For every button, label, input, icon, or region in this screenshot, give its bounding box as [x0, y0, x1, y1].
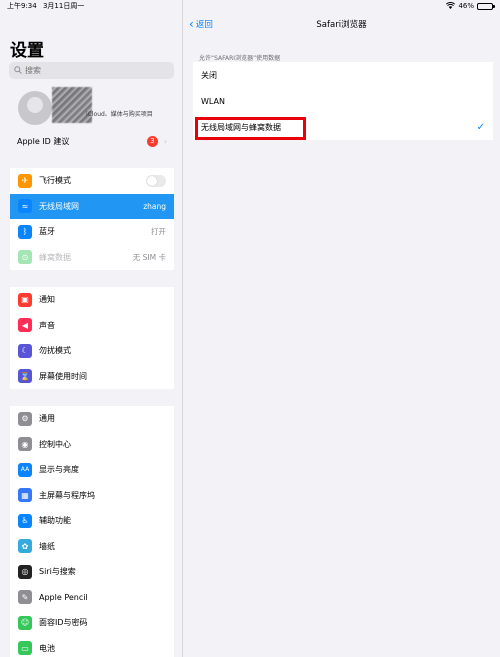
option-label: 无线局域网与蜂窝数据 — [201, 122, 281, 132]
sidebar-item-label: 屏幕使用时间 — [39, 371, 87, 381]
sidebar-item-label: 面容ID与密码 — [39, 618, 88, 628]
chevron-right-icon: › — [163, 136, 167, 146]
notification-badge: 3 — [146, 135, 158, 147]
hourglass-icon: ⌛ — [18, 369, 32, 384]
airplane-icon: ✈ — [18, 173, 32, 188]
status-time: 上午9:34 — [7, 2, 37, 10]
sidebar-item-label: 无线局域网 — [39, 201, 79, 211]
connectivity-group: ✈ 飞行模式 ≈ 无线局域网 zhang ᛒ 蓝牙 打开 ⊙ 蜂窝数据 无 SIM 卡 — [10, 168, 174, 270]
search-bar[interactable] — [9, 62, 174, 79]
sidebar-item-label: 辅助功能 — [39, 516, 71, 526]
sidebar-item-label: 声音 — [39, 320, 55, 330]
sidebar-item-wallpaper[interactable]: ✿ 墙纸 — [10, 534, 174, 560]
settings-sidebar: 设置 iCloud、媒体与购买项目 Apple ID 建议 3 › ✈ 飞行模式 ≈… — [0, 0, 183, 657]
section-header: 允许“SAFARI浏览器”使用数据 — [199, 55, 281, 62]
sidebar-item-label: 勿扰模式 — [39, 346, 71, 356]
sidebar-item-notification[interactable]: ▣ 通知 — [10, 287, 174, 313]
sidebar-item-control-center[interactable]: ◉ 控制中心 — [10, 432, 174, 458]
sidebar-item-value: zhang — [143, 201, 166, 211]
sidebar-item-label: 显示与亮度 — [39, 465, 79, 475]
option-row[interactable]: 关闭 — [193, 62, 493, 88]
sidebar-item-cellular[interactable]: ⊙ 蜂窝数据 无 SIM 卡 — [10, 245, 174, 271]
sidebar-item-wifi[interactable]: ≈ 无线局域网 zhang — [10, 193, 174, 219]
checkmark-icon: ✓ — [476, 121, 485, 133]
sidebar-item-label: 通用 — [39, 414, 55, 424]
profile-section[interactable]: iCloud、媒体与购买项目 Apple ID 建议 3 › — [10, 83, 174, 155]
sidebar-item-value: 打开 — [151, 227, 166, 237]
sidebar-item-label: 墙纸 — [39, 541, 55, 551]
moon-icon: ☾ — [18, 343, 32, 358]
control-center-icon: ◉ — [18, 437, 32, 452]
sidebar-item-display[interactable]: AA 显示与亮度 — [10, 457, 174, 483]
sidebar-item-bluetooth[interactable]: ᛒ 蓝牙 打开 — [10, 219, 174, 245]
sidebar-item-moon[interactable]: ☾ 勿扰模式 — [10, 338, 174, 364]
display-icon: AA — [18, 462, 32, 477]
sidebar-item-pencil[interactable]: ✎ Apple Pencil — [10, 585, 174, 611]
sidebar-item-airplane[interactable]: ✈ 飞行模式 — [10, 168, 174, 194]
sidebar-item-home-screen[interactable]: ▦ 主屏幕与程序坞 — [10, 483, 174, 509]
sidebar-item-label: 主屏幕与程序坞 — [39, 490, 95, 500]
battery-icon: ▭ — [18, 641, 32, 656]
cellular-icon: ⊙ — [18, 250, 32, 265]
sidebar-item-label: Siri与搜索 — [39, 567, 76, 577]
search-icon — [14, 65, 22, 76]
sidebar-item-label: Apple Pencil — [39, 592, 88, 602]
search-input[interactable] — [25, 66, 165, 75]
bluetooth-icon: ᛒ — [18, 224, 32, 239]
data-usage-options: 关闭 WLAN 无线局域网与蜂窝数据 ✓ — [193, 62, 493, 140]
detail-pane: ‹ 返回 Safari浏览器 允许“SAFARI浏览器”使用数据 关闭 WLAN 无… — [183, 0, 500, 657]
sidebar-item-gear[interactable]: ⚙ 通用 — [10, 406, 174, 432]
nav-title: Safari浏览器 — [316, 20, 367, 30]
status-bar: 上午9:34 3月11日周一 46% — [0, 0, 500, 12]
apple-id-suggestions-row[interactable]: Apple ID 建议 3 › — [10, 130, 174, 152]
airplane-mode-toggle[interactable] — [146, 174, 166, 187]
sidebar-item-sound[interactable]: ◀ 声音 — [10, 313, 174, 339]
option-row[interactable]: WLAN — [193, 88, 493, 114]
sidebar-item-label: 蜂窝数据 — [39, 252, 71, 262]
sidebar-item-siri[interactable]: ◎ Siri与搜索 — [10, 559, 174, 585]
wallpaper-icon: ✿ — [18, 539, 32, 554]
sidebar-item-label: 蓝牙 — [39, 227, 55, 237]
notification-icon: ▣ — [18, 292, 32, 307]
sidebar-item-label: 电池 — [39, 643, 55, 653]
battery-icon — [477, 2, 495, 10]
accessibility-icon: ♿ — [18, 513, 32, 528]
sidebar-item-battery[interactable]: ▭ 电池 — [10, 636, 174, 657]
status-right: 46% — [446, 1, 495, 11]
sidebar-item-hourglass[interactable]: ⌛ 屏幕使用时间 — [10, 364, 174, 390]
sidebar-item-accessibility[interactable]: ♿ 辅助功能 — [10, 508, 174, 534]
sidebar-item-label: 飞行模式 — [39, 176, 71, 186]
avatar[interactable] — [18, 91, 52, 125]
option-label: 关闭 — [201, 70, 217, 80]
status-date: 3月11日周一 — [42, 2, 85, 10]
sidebar-item-value: 无 SIM 卡 — [132, 252, 166, 262]
gear-icon: ⚙ — [18, 411, 32, 426]
face-id-icon: ☺ — [18, 615, 32, 630]
page-title: 设置 — [10, 41, 44, 61]
option-row[interactable]: 无线局域网与蜂窝数据 ✓ — [193, 114, 493, 140]
wifi-icon: ≈ — [18, 199, 32, 214]
siri-icon: ◎ — [18, 564, 32, 579]
wifi-icon — [446, 1, 456, 11]
home-screen-icon: ▦ — [18, 488, 32, 503]
sidebar-item-label: 通知 — [39, 295, 55, 305]
battery-percent: 46% — [458, 2, 474, 10]
sound-icon: ◀ — [18, 318, 32, 333]
notifications-group: ▣ 通知 ◀ 声音 ☾ 勿扰模式 ⌛ 屏幕使用时间 — [10, 287, 174, 389]
apple-id-suggestions-label: Apple ID 建议 — [17, 136, 70, 146]
navigation-bar: ‹ 返回 Safari浏览器 — [183, 14, 500, 34]
profile-subtitle: iCloud、媒体与购买项目 — [86, 111, 153, 118]
status-left: 上午9:34 3月11日周一 — [7, 1, 84, 11]
sidebar-item-face-id[interactable]: ☺ 面容ID与密码 — [10, 610, 174, 636]
sidebar-item-label: 控制中心 — [39, 439, 71, 449]
general-group: ⚙ 通用 ◉ 控制中心 AA 显示与亮度 ▦ 主屏幕与程序坞 ♿ 辅助功能 ✿ 墙纸 ◎ Siri与搜索 ✎… — [10, 406, 174, 657]
option-label: WLAN — [201, 96, 226, 106]
pencil-icon: ✎ — [18, 590, 32, 605]
